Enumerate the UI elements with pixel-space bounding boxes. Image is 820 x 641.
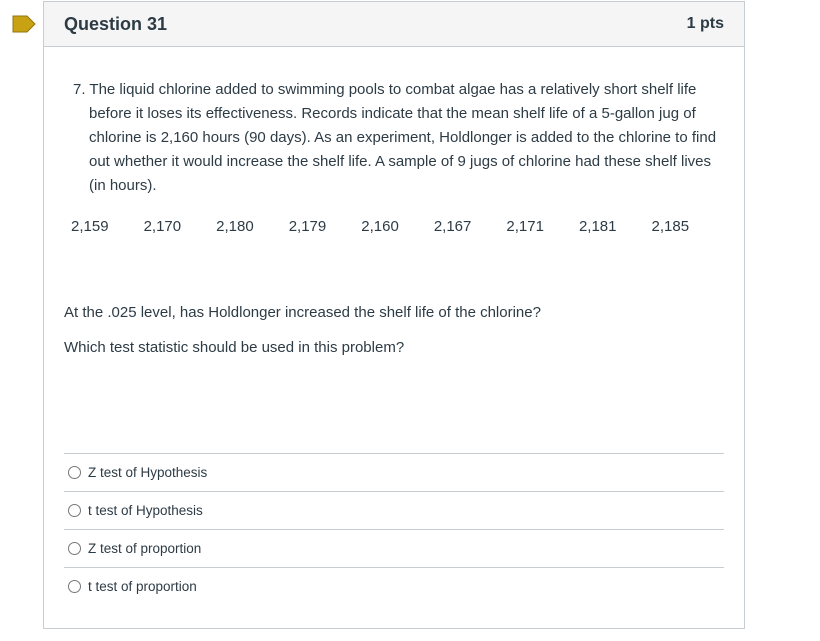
answer-label[interactable]: t test of proportion xyxy=(88,579,197,594)
answer-option-t-test-hypothesis[interactable]: t test of Hypothesis xyxy=(64,492,724,530)
sample-value: 2,159 xyxy=(71,218,109,235)
radio-button-icon[interactable] xyxy=(68,580,81,593)
problem-text: 7. The liquid chlorine added to swimming… xyxy=(73,81,717,194)
sample-value: 2,170 xyxy=(143,218,182,235)
answer-option-t-test-proportion[interactable]: t test of proportion xyxy=(64,568,724,605)
sample-value: 2,160 xyxy=(361,218,399,235)
sample-values: 2,159 2,170 2,180 2,179 2,160 2,167 2,17… xyxy=(71,218,724,235)
question-body: 7. The liquid chlorine added to swimming… xyxy=(44,47,744,605)
answer-list: Z test of Hypothesis t test of Hypothesi… xyxy=(64,453,724,605)
answer-label[interactable]: t test of Hypothesis xyxy=(88,503,203,518)
sample-value: 2,171 xyxy=(506,218,544,235)
answer-option-z-test-hypothesis[interactable]: Z test of Hypothesis xyxy=(64,454,724,492)
sample-value: 2,181 xyxy=(578,218,617,235)
sample-value: 2,180 xyxy=(216,218,254,235)
radio-button-icon[interactable] xyxy=(68,504,81,517)
answer-label[interactable]: Z test of proportion xyxy=(88,541,201,556)
bookmark-flag-icon[interactable] xyxy=(12,15,36,33)
prompt-significance: At the .025 level, has Holdlonger increa… xyxy=(64,304,541,321)
sample-value: 2,179 xyxy=(288,218,327,235)
question-header: Question 31 1 pts xyxy=(44,2,744,47)
question-title: Question 31 xyxy=(64,13,168,34)
answer-option-z-test-proportion[interactable]: Z test of proportion xyxy=(64,530,724,568)
prompt-test-statistic: Which test statistic should be used in t… xyxy=(64,339,405,356)
sample-value: 2,167 xyxy=(433,218,472,235)
sample-value: 2,185 xyxy=(651,218,690,235)
radio-button-icon[interactable] xyxy=(68,466,81,479)
question-card: Question 31 1 pts 7. The liquid chlorine… xyxy=(43,1,745,629)
radio-button-icon[interactable] xyxy=(68,542,81,555)
question-points: 1 pts xyxy=(686,15,724,32)
answer-label[interactable]: Z test of Hypothesis xyxy=(88,465,207,480)
